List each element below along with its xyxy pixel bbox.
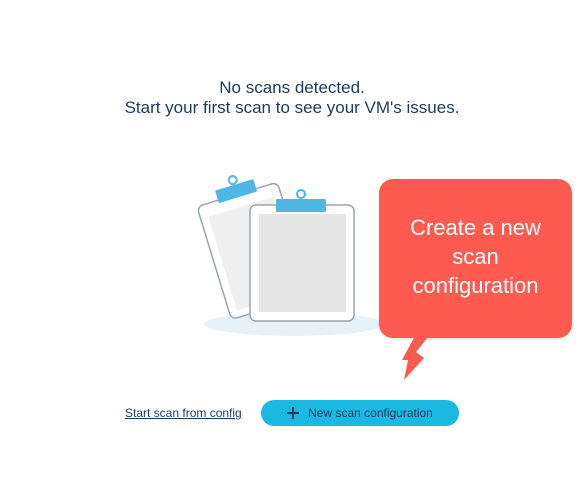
empty-state-illustration xyxy=(197,164,388,344)
empty-state-title: No scans detected. Start your first scan… xyxy=(0,78,584,118)
empty-state-heading: No scans detected. xyxy=(219,78,365,97)
callout-line-2: scan xyxy=(452,244,499,269)
new-scan-button-label: New scan configuration xyxy=(308,406,433,420)
empty-state-subheading: Start your first scan to see your VM's i… xyxy=(124,98,460,117)
callout-line-3: configuration xyxy=(412,273,539,298)
plus-icon xyxy=(287,407,300,419)
callout-text: Create a new scan configuration xyxy=(379,213,572,300)
callout-line-1: Create a new xyxy=(410,215,541,240)
clipboards-illustration xyxy=(197,175,384,336)
start-scan-from-config-link[interactable]: Start scan from config xyxy=(125,406,242,420)
new-scan-configuration-button[interactable]: New scan configuration xyxy=(261,400,459,426)
create-config-callout: Create a new scan configuration xyxy=(379,179,572,338)
arrow-icon xyxy=(402,332,432,380)
